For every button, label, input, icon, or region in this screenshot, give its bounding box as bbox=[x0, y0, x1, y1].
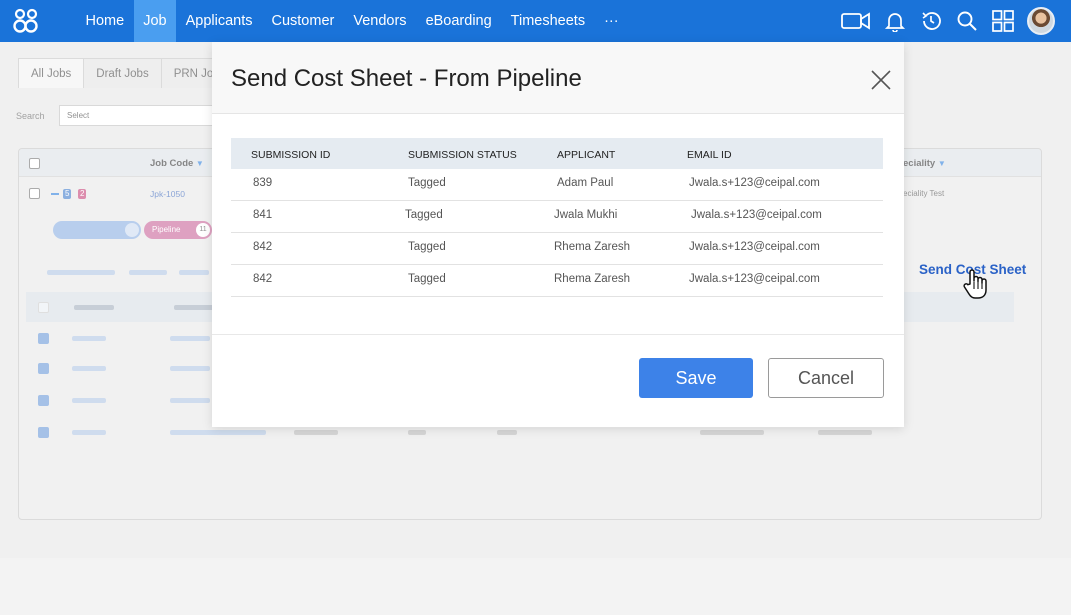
video-icon[interactable] bbox=[841, 9, 871, 33]
modal-footer-divider bbox=[212, 334, 904, 335]
hand-pointer-icon bbox=[962, 268, 988, 305]
nav-vendors[interactable]: Vendors bbox=[344, 0, 416, 42]
page-footer bbox=[0, 558, 1071, 615]
nav-more[interactable]: ··· bbox=[595, 0, 629, 42]
table-row: 839 Tagged Adam Paul Jwala.s+123@ceipal.… bbox=[231, 169, 883, 201]
submission-id-cell: 842 bbox=[253, 273, 273, 285]
modal-header: Send Cost Sheet - From Pipeline bbox=[212, 42, 904, 114]
search-icon[interactable] bbox=[955, 9, 979, 33]
table-row: 842 Tagged Rhema Zaresh Jwala.s+123@ceip… bbox=[231, 265, 883, 297]
nav-actions bbox=[841, 0, 1055, 42]
close-icon[interactable] bbox=[869, 68, 893, 92]
email-cell: Jwala.s+123@ceipal.com bbox=[689, 177, 820, 189]
nav-timesheets[interactable]: Timesheets bbox=[501, 0, 594, 42]
app-logo-icon[interactable] bbox=[0, 0, 52, 42]
applicant-cell: Rhema Zaresh bbox=[554, 273, 631, 285]
submissions-table-header: SUBMISSION ID SUBMISSION STATUS APPLICAN… bbox=[231, 138, 883, 169]
submission-id-cell: 839 bbox=[253, 177, 273, 189]
nav-eboarding[interactable]: eBoarding bbox=[416, 0, 501, 42]
email-cell: Jwala.s+123@ceipal.com bbox=[689, 241, 820, 253]
applicant-cell: Rhema Zaresh bbox=[554, 241, 631, 253]
submission-id-cell: 842 bbox=[253, 241, 273, 253]
applicant-cell: Jwala Mukhi bbox=[554, 209, 618, 221]
col-submission-status: SUBMISSION STATUS bbox=[408, 149, 517, 161]
send-cost-sheet-modal: Send Cost Sheet - From Pipeline SUBMISSI… bbox=[212, 42, 904, 427]
nav-applicants[interactable]: Applicants bbox=[176, 0, 262, 42]
save-button[interactable]: Save bbox=[639, 358, 753, 398]
submission-id-cell: 841 bbox=[253, 209, 273, 221]
modal-title: Send Cost Sheet - From Pipeline bbox=[231, 65, 582, 92]
email-cell: Jwala.s+123@ceipal.com bbox=[691, 209, 822, 221]
top-nav: Home Job Applicants Customer Vendors eBo… bbox=[0, 0, 1071, 47]
col-email-id: EMAIL ID bbox=[687, 149, 732, 161]
bell-icon[interactable] bbox=[883, 9, 907, 33]
grid-icon[interactable] bbox=[991, 9, 1015, 33]
nav-customer[interactable]: Customer bbox=[262, 0, 344, 42]
nav-job[interactable]: Job bbox=[133, 0, 177, 47]
submission-status-cell: Tagged bbox=[405, 209, 443, 221]
email-cell: Jwala.s+123@ceipal.com bbox=[689, 273, 820, 285]
history-icon[interactable] bbox=[919, 9, 943, 33]
col-submission-id: SUBMISSION ID bbox=[251, 149, 331, 161]
submission-status-cell: Tagged bbox=[408, 241, 446, 253]
cancel-button[interactable]: Cancel bbox=[768, 358, 884, 398]
table-row: 842 Tagged Rhema Zaresh Jwala.s+123@ceip… bbox=[231, 233, 883, 265]
table-row: 841 Tagged Jwala Mukhi Jwala.s+123@ceipa… bbox=[231, 201, 883, 233]
nav-home[interactable]: Home bbox=[76, 0, 134, 42]
submission-status-cell: Tagged bbox=[408, 177, 446, 189]
submission-status-cell: Tagged bbox=[408, 273, 446, 285]
col-applicant: APPLICANT bbox=[557, 149, 616, 161]
applicant-cell: Adam Paul bbox=[557, 177, 614, 189]
avatar[interactable] bbox=[1027, 7, 1055, 35]
